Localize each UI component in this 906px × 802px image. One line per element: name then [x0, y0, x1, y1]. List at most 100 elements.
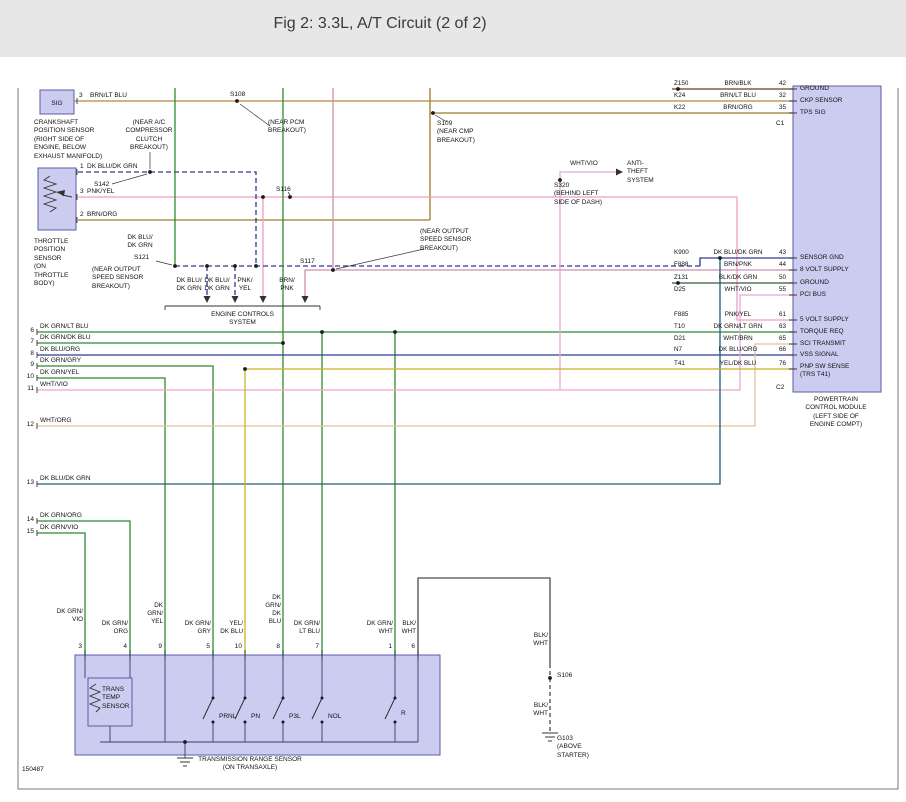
pin-number: 35 [772, 104, 786, 112]
s142-dot [148, 170, 152, 174]
circuit-id: Z150 [674, 80, 704, 88]
pcm-row-t41: T41YEL/DK BLU76 [674, 360, 786, 368]
wire-color: DK BLU/DK GRN [704, 249, 772, 257]
trs-pin-3: 3 [72, 643, 82, 651]
anti-theft-label: ANTI- THEFT SYSTEM [627, 160, 667, 185]
pcm-fn-sensor-gnd: SENSOR GND [800, 254, 844, 262]
pcm-row-z150: Z150BRN/BLK42 [674, 80, 786, 88]
pcm-fn-pnp: PNP SW SENSE (TRS T41) [800, 363, 849, 379]
pcm-fn-sci: SCI TRANSMIT [800, 340, 846, 348]
wires [37, 88, 793, 733]
pin-number: 55 [772, 286, 786, 294]
tps-box [38, 168, 76, 230]
tps-wiper-arrow [56, 190, 65, 196]
switch-label-nol: NOL [328, 713, 358, 721]
s108-dot [235, 99, 239, 103]
pcm-row-n7: N7DK BLU/ORG66 [674, 346, 786, 354]
s106-label: S106 [557, 672, 572, 680]
ckp-sig-label: SIG [42, 100, 72, 108]
s109-label: S109 (NEAR CMP BREAKOUT) [437, 120, 497, 145]
pin-number: 65 [772, 335, 786, 343]
wire-color: DK GRN/LT GRN [704, 323, 772, 331]
s117-label: S117 [300, 258, 315, 266]
blkwht-label-bottom: BLK/ WHT [524, 702, 548, 719]
trs-pin-10: 10 [232, 643, 242, 651]
pcm-row-f885: F885PNK/YEL61 [674, 311, 786, 319]
pcm-fn-pci: PCI BUS [800, 291, 826, 299]
s117-dot [331, 268, 335, 272]
pin-number: 76 [772, 360, 786, 368]
anti-theft-arrow [616, 169, 623, 176]
figure-number: 150487 [22, 766, 44, 774]
pin-number: 44 [772, 261, 786, 269]
trs-pin-4: 4 [117, 643, 127, 651]
tps-wiper [62, 195, 72, 197]
s121-label: S121 [134, 254, 149, 262]
s320-wire-label: WHT/VIO [570, 160, 598, 168]
pcm-fn-5v: 5 VOLT SUPPLY [800, 316, 849, 324]
blkwht-label-top: BLK/ WHT [524, 632, 548, 649]
circuit-id: D21 [674, 335, 704, 343]
wire-wht-org [37, 344, 793, 426]
left-wire-label-11: WHT/VIO [40, 381, 68, 389]
trs-internal-wiring [85, 655, 418, 758]
trs-caption: TRANSMISSION RANGE SENSOR (ON TRANSAXLE) [165, 756, 335, 773]
trs-pin-1: 1 [382, 643, 392, 651]
engine-controls-label: ENGINE CONTROLS SYSTEM [190, 311, 295, 328]
left-wire-num-7: 7 [22, 338, 34, 346]
pcm-row-f888: F888BRN/PNK44 [674, 261, 786, 269]
trs-wire-8: DK GRN/ DK BLU [247, 594, 281, 625]
left-wire-num-9: 9 [22, 361, 34, 369]
engine-controls-bracket [165, 306, 320, 310]
pcm-c2-label: C2 [776, 384, 784, 392]
s116-dot [288, 195, 292, 199]
trs-wire-10: YEL/ DK BLU [209, 620, 243, 636]
pcm-row-d25: D25WHT/VIO55 [674, 286, 786, 294]
left-wire-label-6: DK GRN/LT BLU [40, 323, 89, 331]
pcm-fn-ckp: CKP SENSOR [800, 97, 843, 105]
wire-color: BRN/ORG [704, 104, 772, 112]
tps-caption: THROTTLE POSITION SENSOR (ON THROTTLE BO… [34, 238, 94, 289]
ckp-wire-label: BRN/LT BLU [90, 92, 127, 100]
switch-label-r: R [401, 710, 421, 718]
temp-sensor-resistor-symbol [90, 684, 100, 712]
tps-wire-2: BRN/ORG [87, 211, 117, 219]
trs-wire-9: DK GRN/ YEL [129, 602, 163, 626]
pcm-row-k22: K22BRN/ORG35 [674, 104, 786, 112]
left-wire-num-14: 14 [22, 516, 34, 524]
circuit-id: N7 [674, 346, 704, 354]
figure-title: Fig 2: 3.3L, A/T Circuit (2 of 2) [0, 14, 760, 33]
s121-dot [173, 264, 177, 268]
left-wire-num-10: 10 [22, 373, 34, 381]
left-wire-label-8: DK BLU/ORG [40, 346, 80, 354]
pcm-fn-8v: 8 VOLT SUPPLY [800, 266, 849, 274]
circuit-id: Z131 [674, 274, 704, 282]
ckp-pin-number: 3 [79, 92, 83, 100]
s106-dot [548, 676, 552, 680]
s121-wire-label: DK BLU/ DK GRN [120, 234, 160, 251]
g103-label: G103 (ABOVE STARTER) [557, 735, 607, 760]
circuit-id: K900 [674, 249, 704, 257]
left-wire-num-6: 6 [22, 327, 34, 335]
pcm-row-t10: T10DK GRN/LT GRN63 [674, 323, 786, 331]
tps-pin-3: 3 [80, 188, 84, 196]
ckp-caption: CRANKSHAFT POSITION SENSOR (RIGHT SIDE O… [34, 119, 112, 161]
circuit-id: F888 [674, 261, 704, 269]
wire-blk-wht [418, 578, 550, 664]
left-wire-label-10: DK GRN/YEL [40, 369, 79, 377]
pcm-row-z131: Z131BLK/DK GRN50 [674, 274, 786, 282]
pcm-caption: POWERTRAIN CONTROL MODULE (LEFT SIDE OF … [788, 396, 884, 430]
wire-pnk-yel [78, 197, 793, 320]
s116-label: S116 [276, 186, 291, 194]
pin-number: 32 [772, 92, 786, 100]
tps-pin-1: 1 [80, 163, 84, 171]
wire-dkblu-dkgrn-13 [37, 258, 720, 484]
pcm-fn-torque: TORQUE REQ [800, 328, 844, 336]
s108-label: S108 [230, 91, 245, 99]
left-wire-label-15: DK GRN/VIO [40, 524, 78, 532]
pin-number: 66 [772, 346, 786, 354]
left-wire-num-8: 8 [22, 350, 34, 358]
circuit-id: D25 [674, 286, 704, 294]
left-wire-num-11: 11 [22, 385, 34, 393]
trs-pin-8: 8 [270, 643, 280, 651]
